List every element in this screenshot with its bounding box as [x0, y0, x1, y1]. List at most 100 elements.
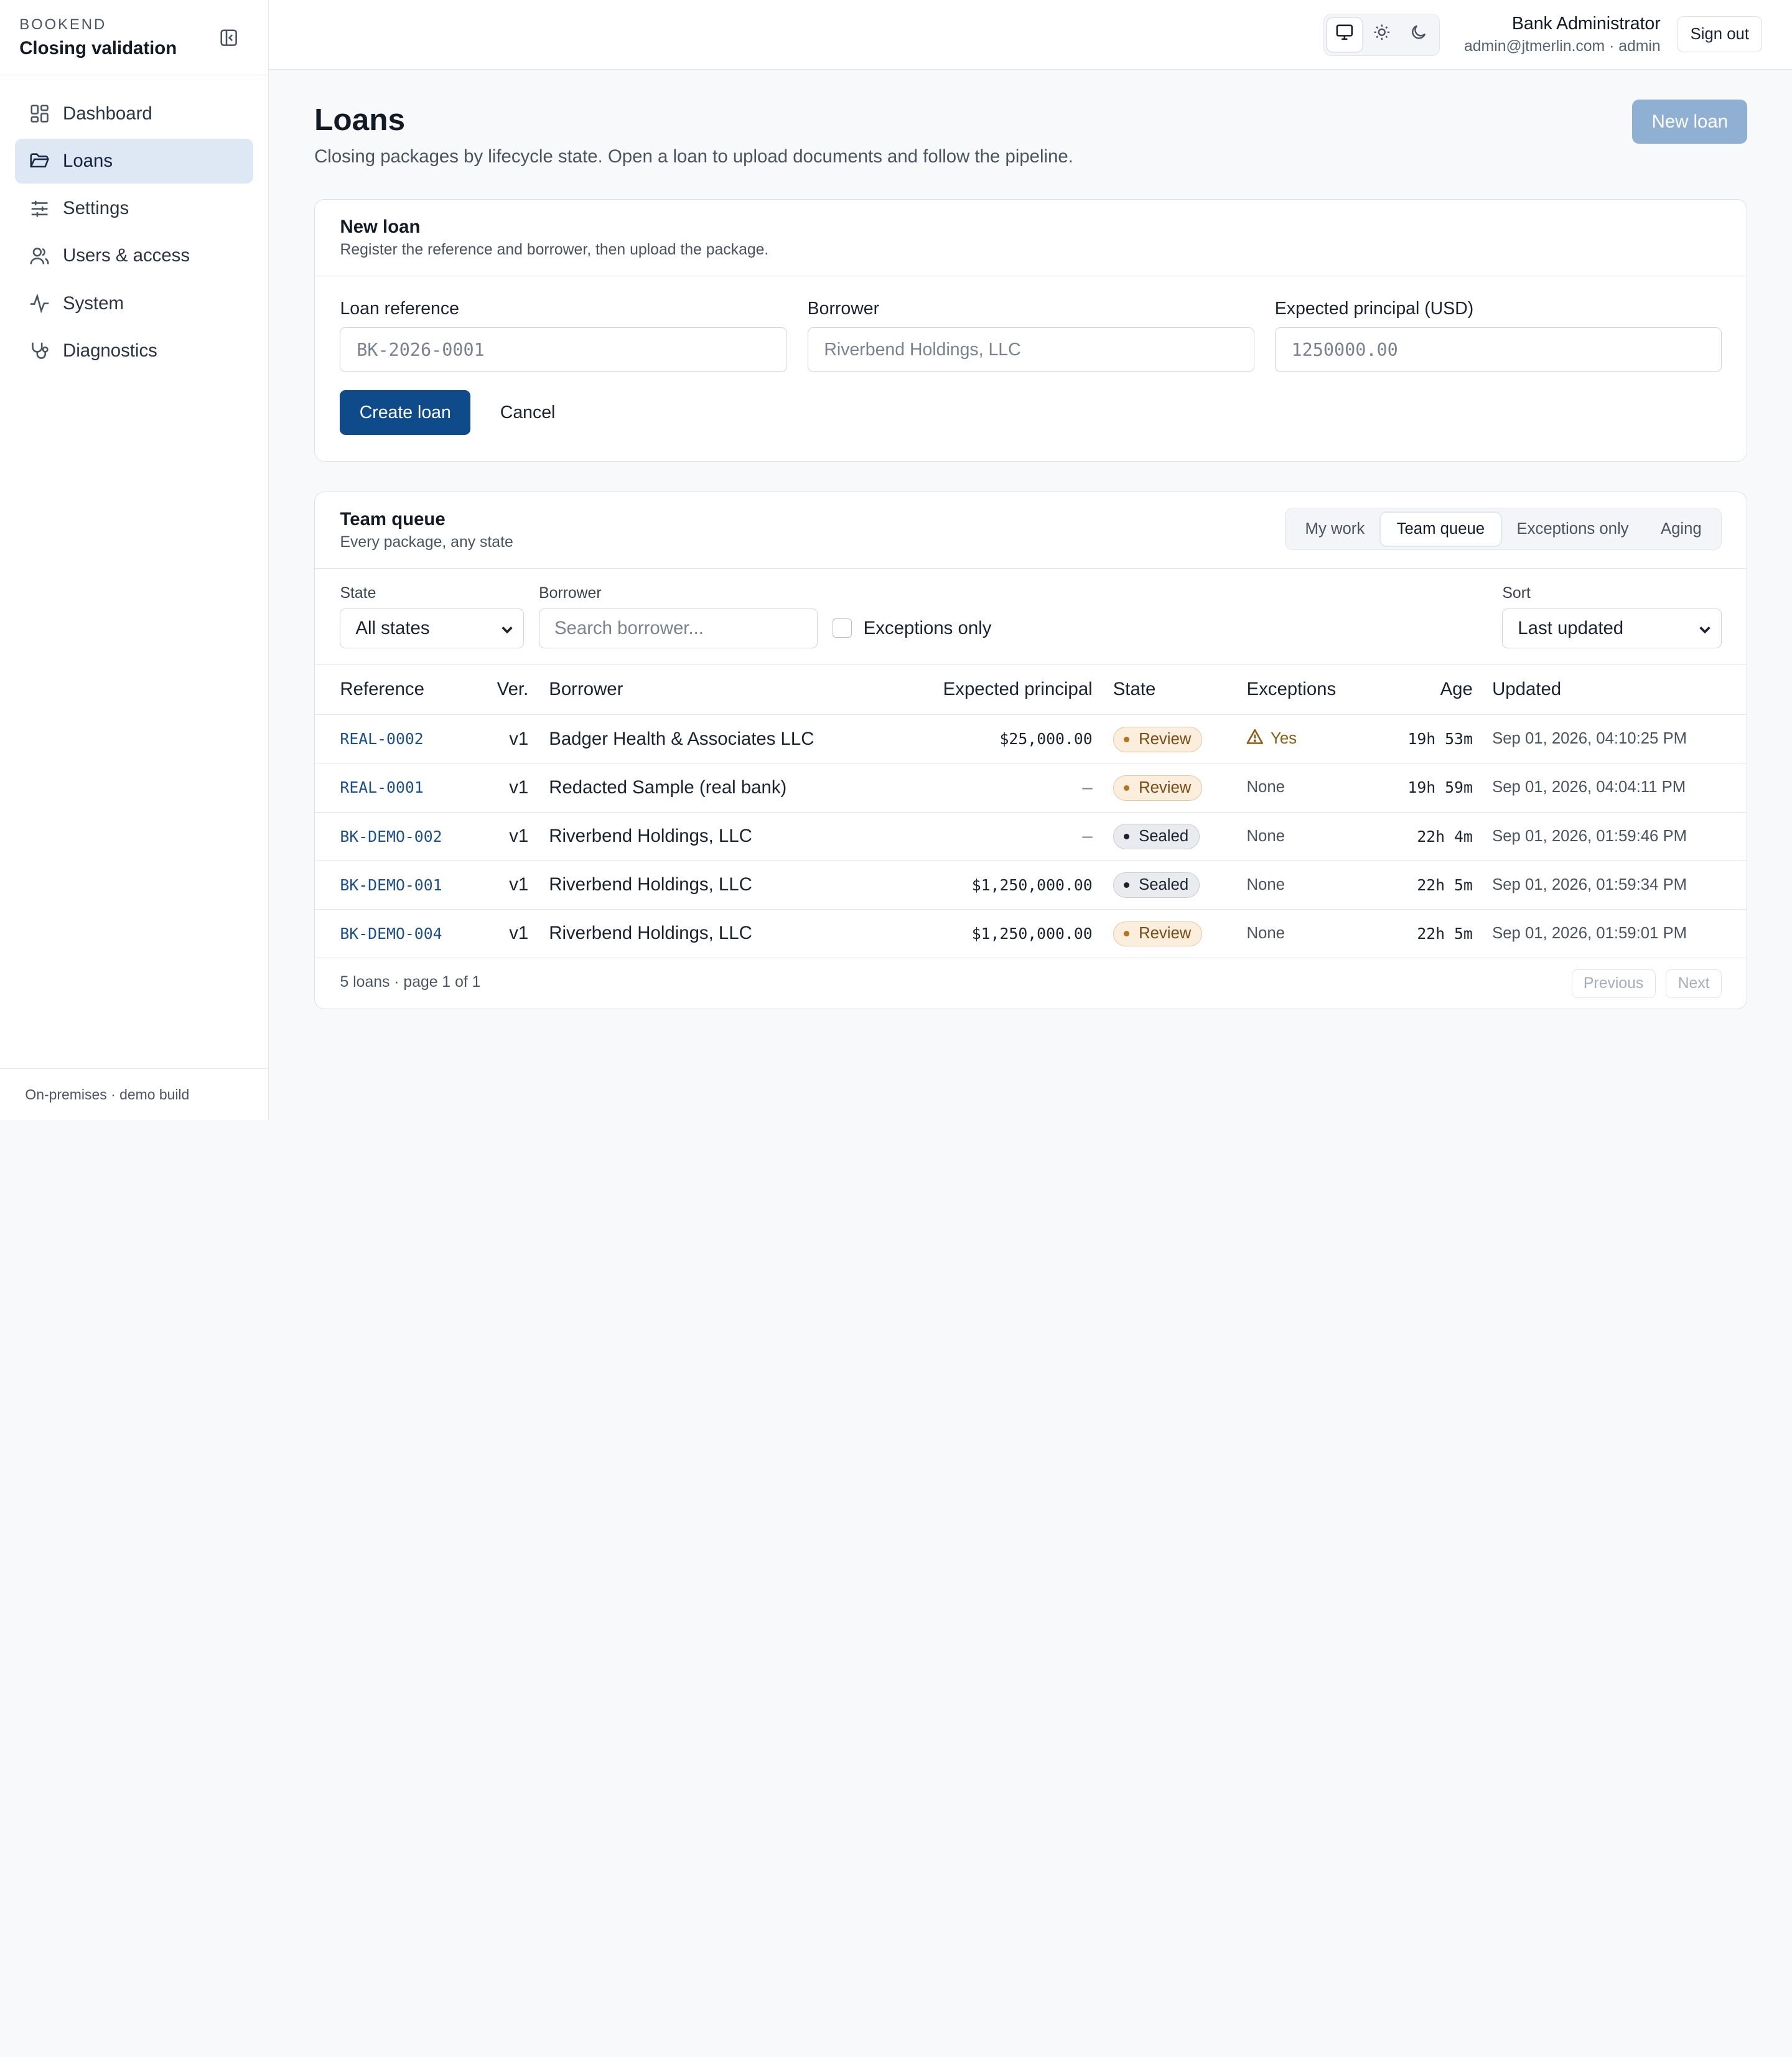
- sidebar-nav: Dashboard Loans Settings Users & access: [0, 75, 268, 392]
- state-filter-label: State: [340, 584, 376, 602]
- col-reference[interactable]: Reference: [340, 665, 483, 716]
- sidebar-item-diagnostics[interactable]: Diagnostics: [15, 329, 253, 373]
- sidebar-item-users[interactable]: Users & access: [15, 234, 253, 279]
- loan-version: v1: [482, 861, 529, 910]
- col-version[interactable]: Ver.: [482, 665, 529, 716]
- sort-select[interactable]: Last updated: [1502, 609, 1722, 649]
- table-row[interactable]: BK-DEMO-001 v1 Riverbend Holdings, LLC $…: [315, 861, 1747, 910]
- tab-team-queue[interactable]: Team queue: [1380, 512, 1501, 546]
- sidebar-collapse-icon[interactable]: [218, 26, 241, 49]
- loan-age: 22h 5m: [1363, 861, 1473, 910]
- borrower-input[interactable]: Riverbend Holdings, LLC: [807, 327, 1254, 372]
- loan-principal: $1,250,000.00: [854, 909, 1093, 958]
- exceptions-only-checkbox-row[interactable]: Exceptions only: [833, 618, 991, 639]
- page-title: Loans: [314, 102, 406, 138]
- exceptions-value: None: [1246, 812, 1363, 861]
- sidebar-item-system[interactable]: System: [15, 281, 253, 326]
- theme-switcher: [1323, 14, 1440, 56]
- table-row[interactable]: REAL-0001 v1 Redacted Sample (real bank)…: [315, 763, 1747, 813]
- loan-reference-link[interactable]: BK-DEMO-002: [340, 812, 483, 861]
- theme-system-button[interactable]: [1327, 18, 1363, 52]
- col-state[interactable]: State: [1113, 665, 1247, 716]
- exceptions-value: None: [1246, 763, 1363, 813]
- moon-icon: [1411, 24, 1427, 45]
- loan-borrower: Badger Health & Associates LLC: [549, 714, 855, 764]
- exceptions-only-checkbox[interactable]: [833, 618, 852, 638]
- create-loan-button[interactable]: Create loan: [340, 390, 471, 435]
- loan-reference-field: Loan reference BK-2026-0001: [340, 299, 787, 372]
- loan-updated: Sep 01, 2026, 01:59:34 PM: [1472, 861, 1747, 910]
- loan-age: 22h 4m: [1363, 812, 1473, 861]
- loan-updated: Sep 01, 2026, 01:59:46 PM: [1472, 812, 1747, 861]
- tab-exceptions-only[interactable]: Exceptions only: [1501, 513, 1645, 546]
- col-borrower[interactable]: Borrower: [549, 665, 855, 716]
- expected-principal-field: Expected principal (USD) 1250000.00: [1274, 299, 1722, 372]
- new-loan-card: New loan Register the reference and borr…: [314, 198, 1748, 462]
- pagination: Previous Next: [1571, 969, 1722, 998]
- state-filter-select[interactable]: All states: [340, 609, 525, 649]
- sliders-icon: [29, 198, 50, 220]
- loan-updated: Sep 01, 2026, 01:59:01 PM: [1472, 909, 1747, 958]
- loan-age: 22h 5m: [1363, 909, 1473, 958]
- sidebar-item-label: System: [63, 292, 124, 314]
- loan-reference-link[interactable]: BK-DEMO-004: [340, 909, 483, 958]
- new-loan-card-header: New loan Register the reference and borr…: [315, 200, 1747, 276]
- sidebar-item-label: Diagnostics: [63, 340, 157, 361]
- queue-view-tabs: My work Team queue Exceptions only Aging: [1285, 508, 1722, 551]
- tab-aging[interactable]: Aging: [1645, 513, 1717, 546]
- loan-version: v1: [482, 763, 529, 813]
- loan-state-cell: Review: [1113, 909, 1247, 958]
- expected-principal-input[interactable]: 1250000.00: [1274, 327, 1722, 372]
- table-row[interactable]: REAL-0002 v1 Badger Health & Associates …: [315, 714, 1747, 764]
- new-loan-button[interactable]: New loan: [1632, 99, 1748, 144]
- chevron-down-icon: [1698, 620, 1712, 641]
- loan-reference-link[interactable]: REAL-0002: [340, 714, 483, 764]
- col-exceptions[interactable]: Exceptions: [1246, 665, 1363, 716]
- table-row[interactable]: BK-DEMO-002 v1 Riverbend Holdings, LLC –…: [315, 812, 1747, 861]
- borrower-field: Borrower Riverbend Holdings, LLC: [807, 299, 1254, 372]
- activity-icon: [29, 292, 50, 314]
- loan-state-cell: Sealed: [1113, 812, 1247, 861]
- previous-page-button[interactable]: Previous: [1571, 969, 1656, 998]
- sidebar-item-settings[interactable]: Settings: [15, 186, 253, 231]
- loan-state-cell: Review: [1113, 763, 1247, 813]
- sidebar-item-loans[interactable]: Loans: [14, 139, 253, 184]
- chevron-down-icon: [500, 620, 514, 641]
- loan-reference-input[interactable]: BK-2026-0001: [340, 327, 787, 372]
- state-badge: Review: [1113, 921, 1202, 946]
- theme-dark-button[interactable]: [1401, 18, 1436, 51]
- loan-reference-label: Loan reference: [340, 299, 459, 319]
- loan-borrower: Riverbend Holdings, LLC: [549, 909, 855, 958]
- stethoscope-icon: [29, 340, 50, 361]
- user-email-role: admin@jtmerlin.com · admin: [1463, 37, 1661, 55]
- loan-exceptions-cell: Yes: [1246, 714, 1363, 764]
- sidebar-footer: On-premises · demo build: [0, 1068, 268, 1120]
- loan-age: 19h 53m: [1363, 714, 1473, 764]
- borrower-filter-label: Borrower: [539, 584, 602, 602]
- loan-version: v1: [482, 812, 529, 861]
- queue-filters: State All states Borrower Exceptions onl…: [315, 569, 1747, 665]
- warning-icon: [1246, 729, 1264, 749]
- theme-light-button[interactable]: [1365, 18, 1399, 51]
- team-queue-card: Team queue Every package, any state My w…: [314, 491, 1748, 1009]
- col-expected-principal[interactable]: Expected principal: [854, 665, 1093, 716]
- state-badge: Sealed: [1113, 872, 1200, 898]
- loan-reference-link[interactable]: BK-DEMO-001: [340, 861, 483, 910]
- cancel-button[interactable]: Cancel: [500, 403, 556, 423]
- loan-reference-link[interactable]: REAL-0001: [340, 763, 483, 813]
- col-age[interactable]: Age: [1363, 665, 1473, 716]
- table-row[interactable]: BK-DEMO-004 v1 Riverbend Holdings, LLC $…: [315, 909, 1747, 958]
- user-info: Bank Administrator admin@jtmerlin.com · …: [1464, 14, 1661, 55]
- borrower-search-input[interactable]: [539, 609, 818, 649]
- sidebar-item-dashboard[interactable]: Dashboard: [15, 91, 253, 136]
- loan-state-cell: Review: [1113, 714, 1247, 764]
- loan-borrower: Riverbend Holdings, LLC: [549, 861, 855, 910]
- tab-my-work[interactable]: My work: [1289, 513, 1381, 546]
- col-updated[interactable]: Updated: [1472, 665, 1747, 716]
- exceptions-flag: Yes: [1246, 729, 1297, 749]
- brand-title: Closing validation: [19, 38, 177, 59]
- sidebar-item-label: Settings: [63, 198, 129, 219]
- state-badge-label: Review: [1139, 730, 1192, 749]
- next-page-button[interactable]: Next: [1666, 969, 1722, 998]
- sign-out-button[interactable]: Sign out: [1677, 16, 1763, 53]
